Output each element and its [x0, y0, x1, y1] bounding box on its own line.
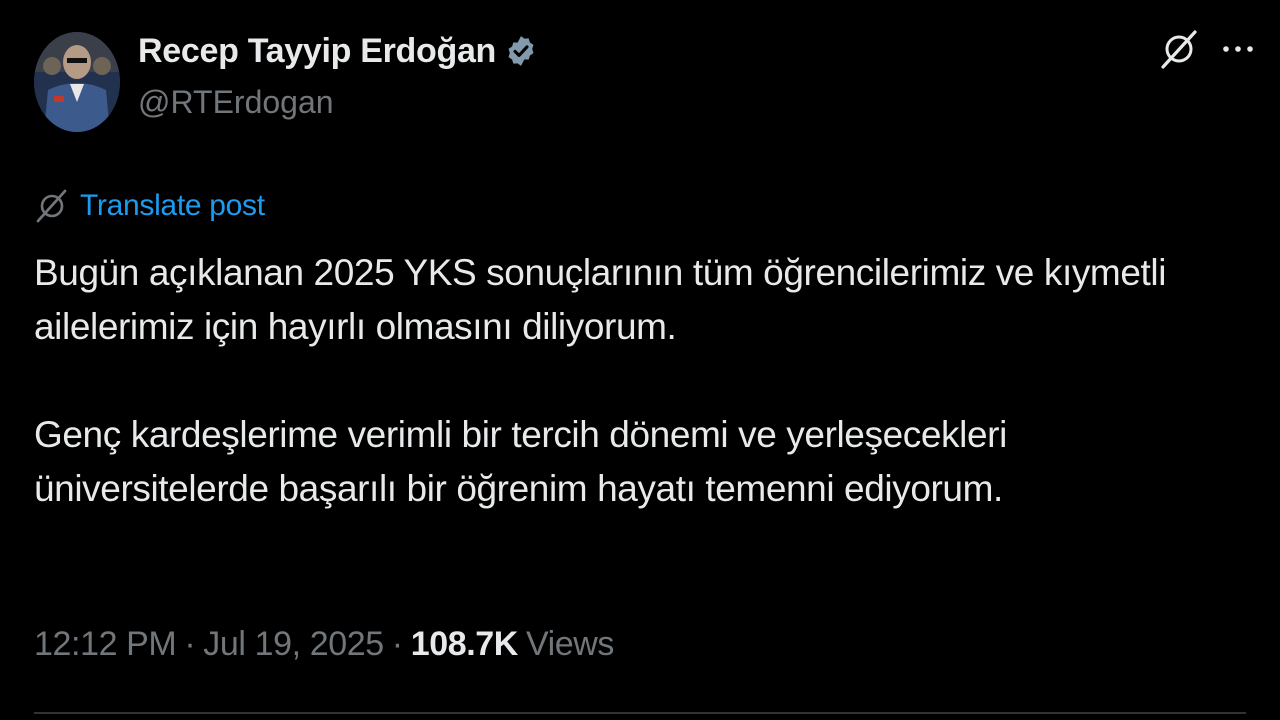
post-time[interactable]: 12:12 PM [34, 625, 177, 664]
author-name-row: Recep Tayyip Erdoğan [138, 30, 538, 72]
avatar-image [34, 32, 120, 132]
grok-icon[interactable] [1158, 28, 1200, 70]
post-paragraph: Genç kardeşlerime verimli bir tercih dön… [34, 414, 1007, 509]
meta-separator: · [391, 624, 403, 663]
views-label: Views [525, 624, 615, 663]
author-handle[interactable]: @RTErdogan [138, 84, 334, 121]
views-count: 108.7K [410, 624, 519, 663]
author-display-name[interactable]: Recep Tayyip Erdoğan [138, 32, 496, 71]
tweet-post: Recep Tayyip Erdoğan @RTErdogan Translat… [0, 0, 1280, 720]
verified-badge-icon [508, 36, 534, 66]
post-date[interactable]: Jul 19, 2025 [203, 625, 384, 664]
translate-post-link[interactable]: Translate post [80, 189, 265, 223]
meta-separator: · [184, 624, 196, 663]
post-body: Bugün açıklanan 2025 YKS sonuçlarının tü… [34, 246, 1244, 516]
divider [34, 712, 1246, 714]
grok-icon [36, 189, 67, 223]
post-meta: 12:12 PM · Jul 19, 2025 · 108.7K Views [34, 620, 614, 668]
avatar[interactable] [34, 32, 120, 132]
post-paragraph: Bugün açıklanan 2025 YKS sonuçlarının tü… [34, 252, 1167, 347]
translate-post-row[interactable]: Translate post [34, 186, 265, 226]
more-horizontal-icon[interactable] [1220, 38, 1256, 60]
